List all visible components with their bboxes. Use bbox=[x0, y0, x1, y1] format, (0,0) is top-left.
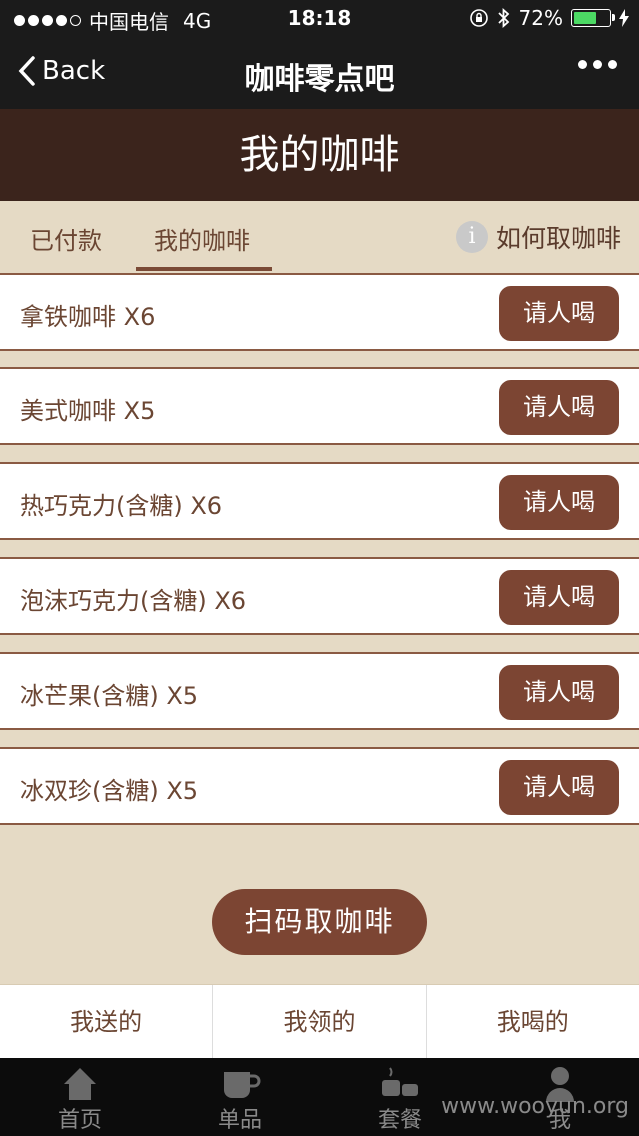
treat-button[interactable]: 请人喝 bbox=[499, 475, 619, 530]
page-title: 我的咖啡 bbox=[0, 109, 639, 201]
battery-percent: 72% bbox=[518, 6, 563, 30]
tab-sent[interactable]: 我送的 bbox=[0, 985, 214, 1059]
tab-drunk[interactable]: 我喝的 bbox=[427, 985, 639, 1059]
treat-button[interactable]: 请人喝 bbox=[499, 665, 619, 720]
nav-bar: Back 咖啡零点吧 bbox=[0, 36, 639, 109]
orientation-lock-icon bbox=[469, 9, 488, 27]
bluetooth-icon bbox=[497, 7, 509, 29]
nav-home-label: 首页 bbox=[57, 1108, 102, 1133]
cup-icon bbox=[224, 1072, 261, 1098]
list-item: 拿铁咖啡 X6 请人喝 bbox=[0, 273, 639, 351]
active-tab-indicator bbox=[136, 267, 272, 271]
nav-single[interactable]: 单品 bbox=[190, 1064, 290, 1134]
nav-title: 咖啡零点吧 bbox=[244, 62, 395, 97]
treat-button[interactable]: 请人喝 bbox=[499, 760, 619, 815]
tab-my-coffee[interactable]: 我的咖啡 bbox=[154, 221, 250, 256]
watermark: www.wooyun.org bbox=[441, 1094, 629, 1119]
list-item: 泡沫巧克力(含糖) X6 请人喝 bbox=[0, 557, 639, 635]
tab-bar: 已付款 我的咖啡 i 如何取咖啡 bbox=[0, 201, 639, 275]
nav-home[interactable]: 首页 bbox=[30, 1064, 130, 1134]
status-bar: 中国电信 4G 18:18 72% bbox=[0, 0, 639, 36]
history-tabs: 我送的 我领的 我喝的 bbox=[0, 984, 639, 1059]
nav-single-label: 单品 bbox=[217, 1108, 262, 1133]
coffee-name: 冰双珍(含糖) X5 bbox=[20, 777, 199, 805]
list-item: 热巧克力(含糖) X6 请人喝 bbox=[0, 462, 639, 540]
nav-set-label: 套餐 bbox=[377, 1108, 422, 1133]
battery-icon bbox=[571, 9, 615, 27]
home-icon bbox=[64, 1068, 96, 1100]
charging-icon bbox=[619, 9, 629, 27]
nav-set[interactable]: 套餐 bbox=[350, 1064, 450, 1134]
list-item: 美式咖啡 X5 请人喝 bbox=[0, 367, 639, 445]
coffee-name: 热巧克力(含糖) X6 bbox=[20, 492, 223, 520]
set-meal-icon bbox=[382, 1067, 418, 1096]
info-icon: i bbox=[455, 221, 488, 253]
tab-received[interactable]: 我领的 bbox=[213, 985, 427, 1059]
more-icon[interactable] bbox=[578, 60, 617, 69]
treat-button[interactable]: 请人喝 bbox=[499, 286, 619, 341]
treat-button[interactable]: 请人喝 bbox=[499, 570, 619, 625]
scan-to-pickup-button[interactable]: 扫码取咖啡 bbox=[212, 889, 427, 955]
coffee-name: 泡沫巧克力(含糖) X6 bbox=[20, 587, 247, 615]
tab-paid[interactable]: 已付款 bbox=[30, 221, 102, 256]
list-item: 冰双珍(含糖) X5 请人喝 bbox=[0, 747, 639, 825]
how-to-pickup-link[interactable]: i 如何取咖啡 bbox=[455, 219, 621, 255]
treat-button[interactable]: 请人喝 bbox=[499, 380, 619, 435]
list-item: 冰芒果(含糖) X5 请人喝 bbox=[0, 652, 639, 730]
coffee-name: 美式咖啡 X5 bbox=[20, 397, 156, 425]
coffee-name: 冰芒果(含糖) X5 bbox=[20, 682, 199, 710]
how-to-pickup-label: 如何取咖啡 bbox=[495, 224, 621, 253]
status-right: 72% bbox=[469, 6, 629, 30]
coffee-name: 拿铁咖啡 X6 bbox=[20, 303, 156, 331]
